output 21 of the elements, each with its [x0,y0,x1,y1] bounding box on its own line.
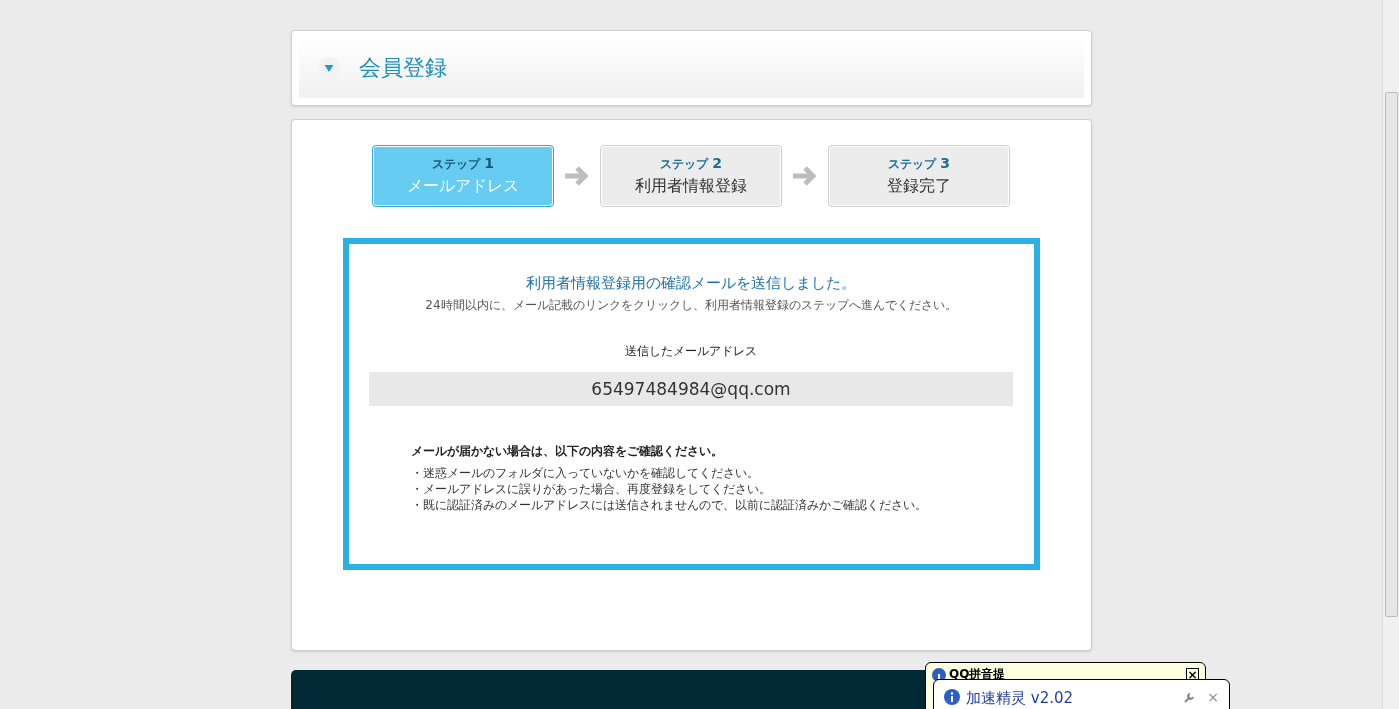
close-button[interactable]: × [1207,689,1219,705]
arrow-icon [791,163,819,188]
help-item: ・既に認証済みのメールアドレスには送信されませんので、以前に認証済みかご確認ください。 [411,497,928,514]
page-title: 会員登録 [358,54,447,83]
step-number: ステップ 3 [888,154,950,174]
arrow-icon [563,163,591,188]
help-title: メールが届かない場合は、以下の内容をご確認ください。 [411,443,724,461]
help-item: ・迷惑メールのフォルダに入っていないかを確認してください。 [411,465,760,482]
email-label: 送信したメールアドレス [625,343,757,361]
step-number: ステップ 2 [660,154,722,174]
step-name: メールアドレス [407,175,519,198]
notice-title: 利用者情報登録用の確認メールを送信しました。 [526,272,856,294]
notice-subtitle: 24時間以内に、メール記載のリンクをクリックし、利用者情報登録のステップへ進んでください。 [425,297,957,315]
wrench-icon[interactable] [1184,692,1196,703]
step-name: 登録完了 [887,175,951,198]
help-item: ・メールアドレスに誤りがあった場合、再度登録をしてください。 [411,481,772,498]
email-field: 65497484984@qq.com [369,372,1013,407]
step-name: 利用者情報登録 [635,175,747,198]
info-icon [944,689,960,705]
popup-title: 加速精灵 v2.02 [966,689,1075,707]
step-number: ステップ 1 [432,154,494,174]
